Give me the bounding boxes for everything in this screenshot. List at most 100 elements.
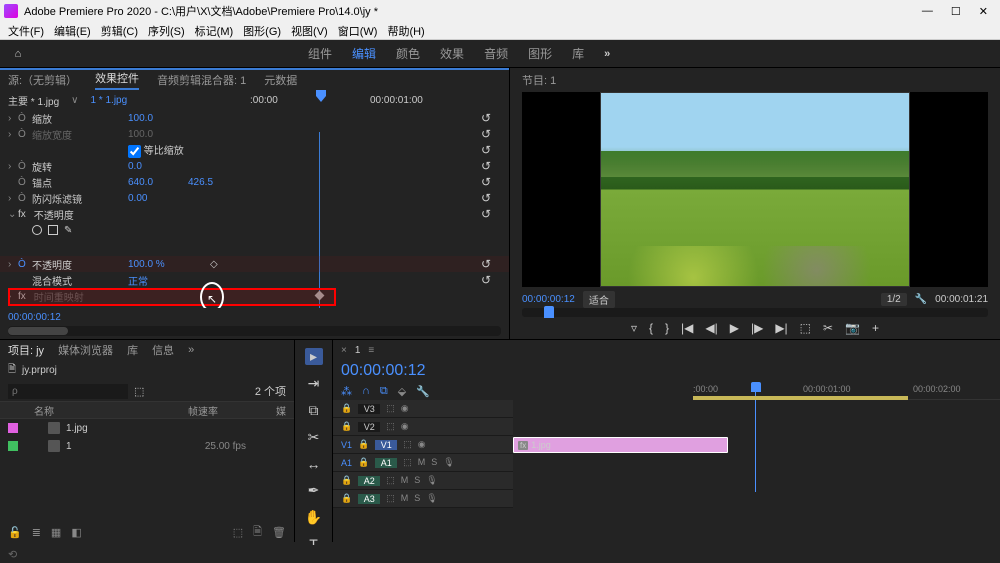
icon-view-icon[interactable]: ▦ [51, 526, 61, 539]
delete-button[interactable]: 🗑 [272, 526, 286, 539]
reset-opacity-icon[interactable]: ↺ [481, 257, 491, 271]
reset-flicker-icon[interactable]: ↺ [481, 191, 491, 205]
workspace-tab-graphics[interactable]: 图形 [528, 45, 552, 62]
reset-uniform-icon[interactable]: ↺ [481, 143, 491, 157]
menu-view[interactable]: 视图(V) [291, 23, 328, 39]
timeline-tab-close-icon[interactable]: × [341, 345, 347, 356]
effect-scrollbar[interactable] [8, 326, 501, 336]
track-header-v1[interactable]: V1🔒V1⬚◉ [333, 436, 513, 454]
mask-rect-icon[interactable] [48, 225, 58, 235]
effect-timecode[interactable]: 00:00:00:12 [0, 308, 509, 326]
menu-sequence[interactable]: 序列(S) [148, 23, 185, 39]
menu-edit[interactable]: 编辑(E) [54, 23, 91, 39]
mask-ellipse-icon[interactable] [32, 225, 42, 235]
sync-lock-icon[interactable]: ⬚ [386, 403, 395, 414]
track-header-a3[interactable]: 🔒A3⬚MS🎙 [333, 490, 513, 508]
new-item-button[interactable]: 🗎 [253, 523, 262, 542]
tab-info[interactable]: 信息 [152, 342, 174, 358]
wrench-icon[interactable]: 🔧 [915, 294, 927, 305]
track-select-tool[interactable]: ⇥ [305, 375, 323, 392]
slip-tool[interactable]: ↔ [305, 456, 323, 472]
ripple-edit-tool[interactable]: ⧉ [305, 402, 323, 419]
close-button[interactable]: ✕ [979, 5, 988, 18]
go-in-button[interactable]: |◀ [681, 321, 693, 335]
minimize-button[interactable]: — [922, 5, 933, 18]
timeline-playhead[interactable] [751, 382, 761, 392]
workspace-tab-editing[interactable]: 编辑 [352, 45, 376, 62]
export-frame-button[interactable]: 📷 [845, 321, 860, 335]
opacity-stopwatch-icon[interactable]: Ò [18, 259, 28, 270]
workspace-tab-effects[interactable]: 效果 [440, 45, 464, 62]
extract-button[interactable]: ✂ [823, 321, 833, 335]
track-header-v2[interactable]: 🔒V2⬚◉ [333, 418, 513, 436]
marker-icon[interactable]: ⬙ [398, 385, 406, 398]
rotation-value[interactable]: 0.0 [128, 161, 178, 172]
tab-media-browser[interactable]: 媒体浏览器 [58, 342, 113, 358]
program-timecode-left[interactable]: 00:00:00:12 [522, 294, 575, 305]
track-header-a1[interactable]: A1🔒A1⬚MS🎙 [333, 454, 513, 472]
track-header-v3[interactable]: 🔒V3⬚◉ [333, 400, 513, 418]
mark-out-button[interactable]: } [665, 321, 669, 335]
program-monitor-viewport[interactable] [522, 92, 988, 287]
list-item[interactable]: 1 25.00 fps [0, 437, 294, 455]
list-view-icon[interactable]: ≣ [32, 526, 41, 539]
eye-icon[interactable]: ◉ [401, 403, 409, 414]
hand-tool[interactable]: ✋ [305, 509, 323, 526]
reset-rotation-icon[interactable]: ↺ [481, 159, 491, 173]
new-bin-button[interactable]: ⬚ [233, 526, 243, 539]
step-back-button[interactable]: ◀| [705, 321, 717, 335]
menu-help[interactable]: 帮助(H) [387, 23, 424, 39]
scale-value[interactable]: 100.0 [128, 113, 178, 124]
play-button[interactable]: ▶ [730, 321, 739, 335]
workspace-tab-color[interactable]: 颜色 [396, 45, 420, 62]
workspace-tab-audio[interactable]: 音频 [484, 45, 508, 62]
bin-filter-icon[interactable]: ⬚ [134, 385, 144, 398]
anchor-x-value[interactable]: 640.0 [128, 177, 178, 188]
magnet-icon[interactable]: ∩ [362, 385, 370, 397]
mask-pen-icon[interactable]: ✎ [64, 225, 72, 236]
program-playhead[interactable] [544, 306, 554, 318]
program-scrubber[interactable] [522, 308, 988, 317]
tab-effect-controls[interactable]: 效果控件 [95, 70, 139, 90]
workspace-tab-libraries[interactable]: 库 [572, 45, 584, 62]
workspace-tab-assembly[interactable]: 组件 [308, 45, 332, 62]
tab-audio-mixer[interactable]: 音频剪辑混合器: 1 [157, 72, 246, 88]
razor-tool[interactable]: ✂ [305, 429, 323, 446]
clip-instance-label[interactable]: 1 * 1.jpg [90, 95, 127, 106]
project-search-input[interactable] [8, 384, 128, 399]
mark-in-button[interactable]: { [649, 321, 653, 335]
reset-anchor-icon[interactable]: ↺ [481, 175, 491, 189]
maximize-button[interactable]: ☐ [951, 5, 961, 18]
program-fit-dropdown[interactable]: 适合 [583, 291, 615, 308]
tab-source[interactable]: 源:（无剪辑） [8, 72, 77, 88]
timeline-clip[interactable]: fx 1.jpg [513, 437, 728, 453]
menu-file[interactable]: 文件(F) [8, 23, 44, 39]
blend-mode-value[interactable]: 正常 [128, 273, 178, 288]
menu-markers[interactable]: 标记(M) [195, 23, 234, 39]
add-marker-button[interactable]: ▿ [631, 321, 637, 335]
write-lock-icon[interactable]: 🔓 [8, 526, 22, 539]
tab-metadata[interactable]: 元数据 [264, 72, 297, 88]
flicker-value[interactable]: 0.00 [128, 193, 178, 204]
menu-window[interactable]: 窗口(W) [338, 23, 378, 39]
anchor-y-value[interactable]: 426.5 [188, 177, 213, 188]
linked-selection-icon[interactable]: ⧉ [380, 385, 388, 398]
reset-opacity-grp-icon[interactable]: ↺ [481, 207, 491, 221]
track-header-a2[interactable]: 🔒A2⬚MS🎙 [333, 472, 513, 490]
timeline-tab[interactable]: 1 [355, 345, 361, 356]
playhead-icon[interactable] [316, 90, 326, 105]
menu-clip[interactable]: 剪辑(C) [101, 23, 138, 39]
home-button[interactable]: ⌂ [8, 45, 28, 63]
settings-icon[interactable]: 🔧 [416, 385, 430, 398]
uniform-scale-checkbox[interactable] [128, 145, 141, 158]
tab-program[interactable]: 节目: 1 [522, 72, 556, 88]
pen-tool[interactable]: ✒ [305, 482, 323, 499]
tab-project[interactable]: 项目: jy [8, 342, 44, 358]
workspace-overflow-icon[interactable]: » [604, 48, 610, 60]
timeline-timecode[interactable]: 00:00:00:12 [333, 360, 1000, 382]
button-editor-icon[interactable]: + [872, 321, 879, 335]
go-out-button[interactable]: ▶| [775, 321, 787, 335]
tab-libraries[interactable]: 库 [127, 342, 138, 358]
timeline-ruler[interactable]: :00:00 00:00:01:00 00:00:02:00 00:00:03:… [693, 382, 1000, 400]
freeform-view-icon[interactable]: ◧ [71, 526, 81, 539]
